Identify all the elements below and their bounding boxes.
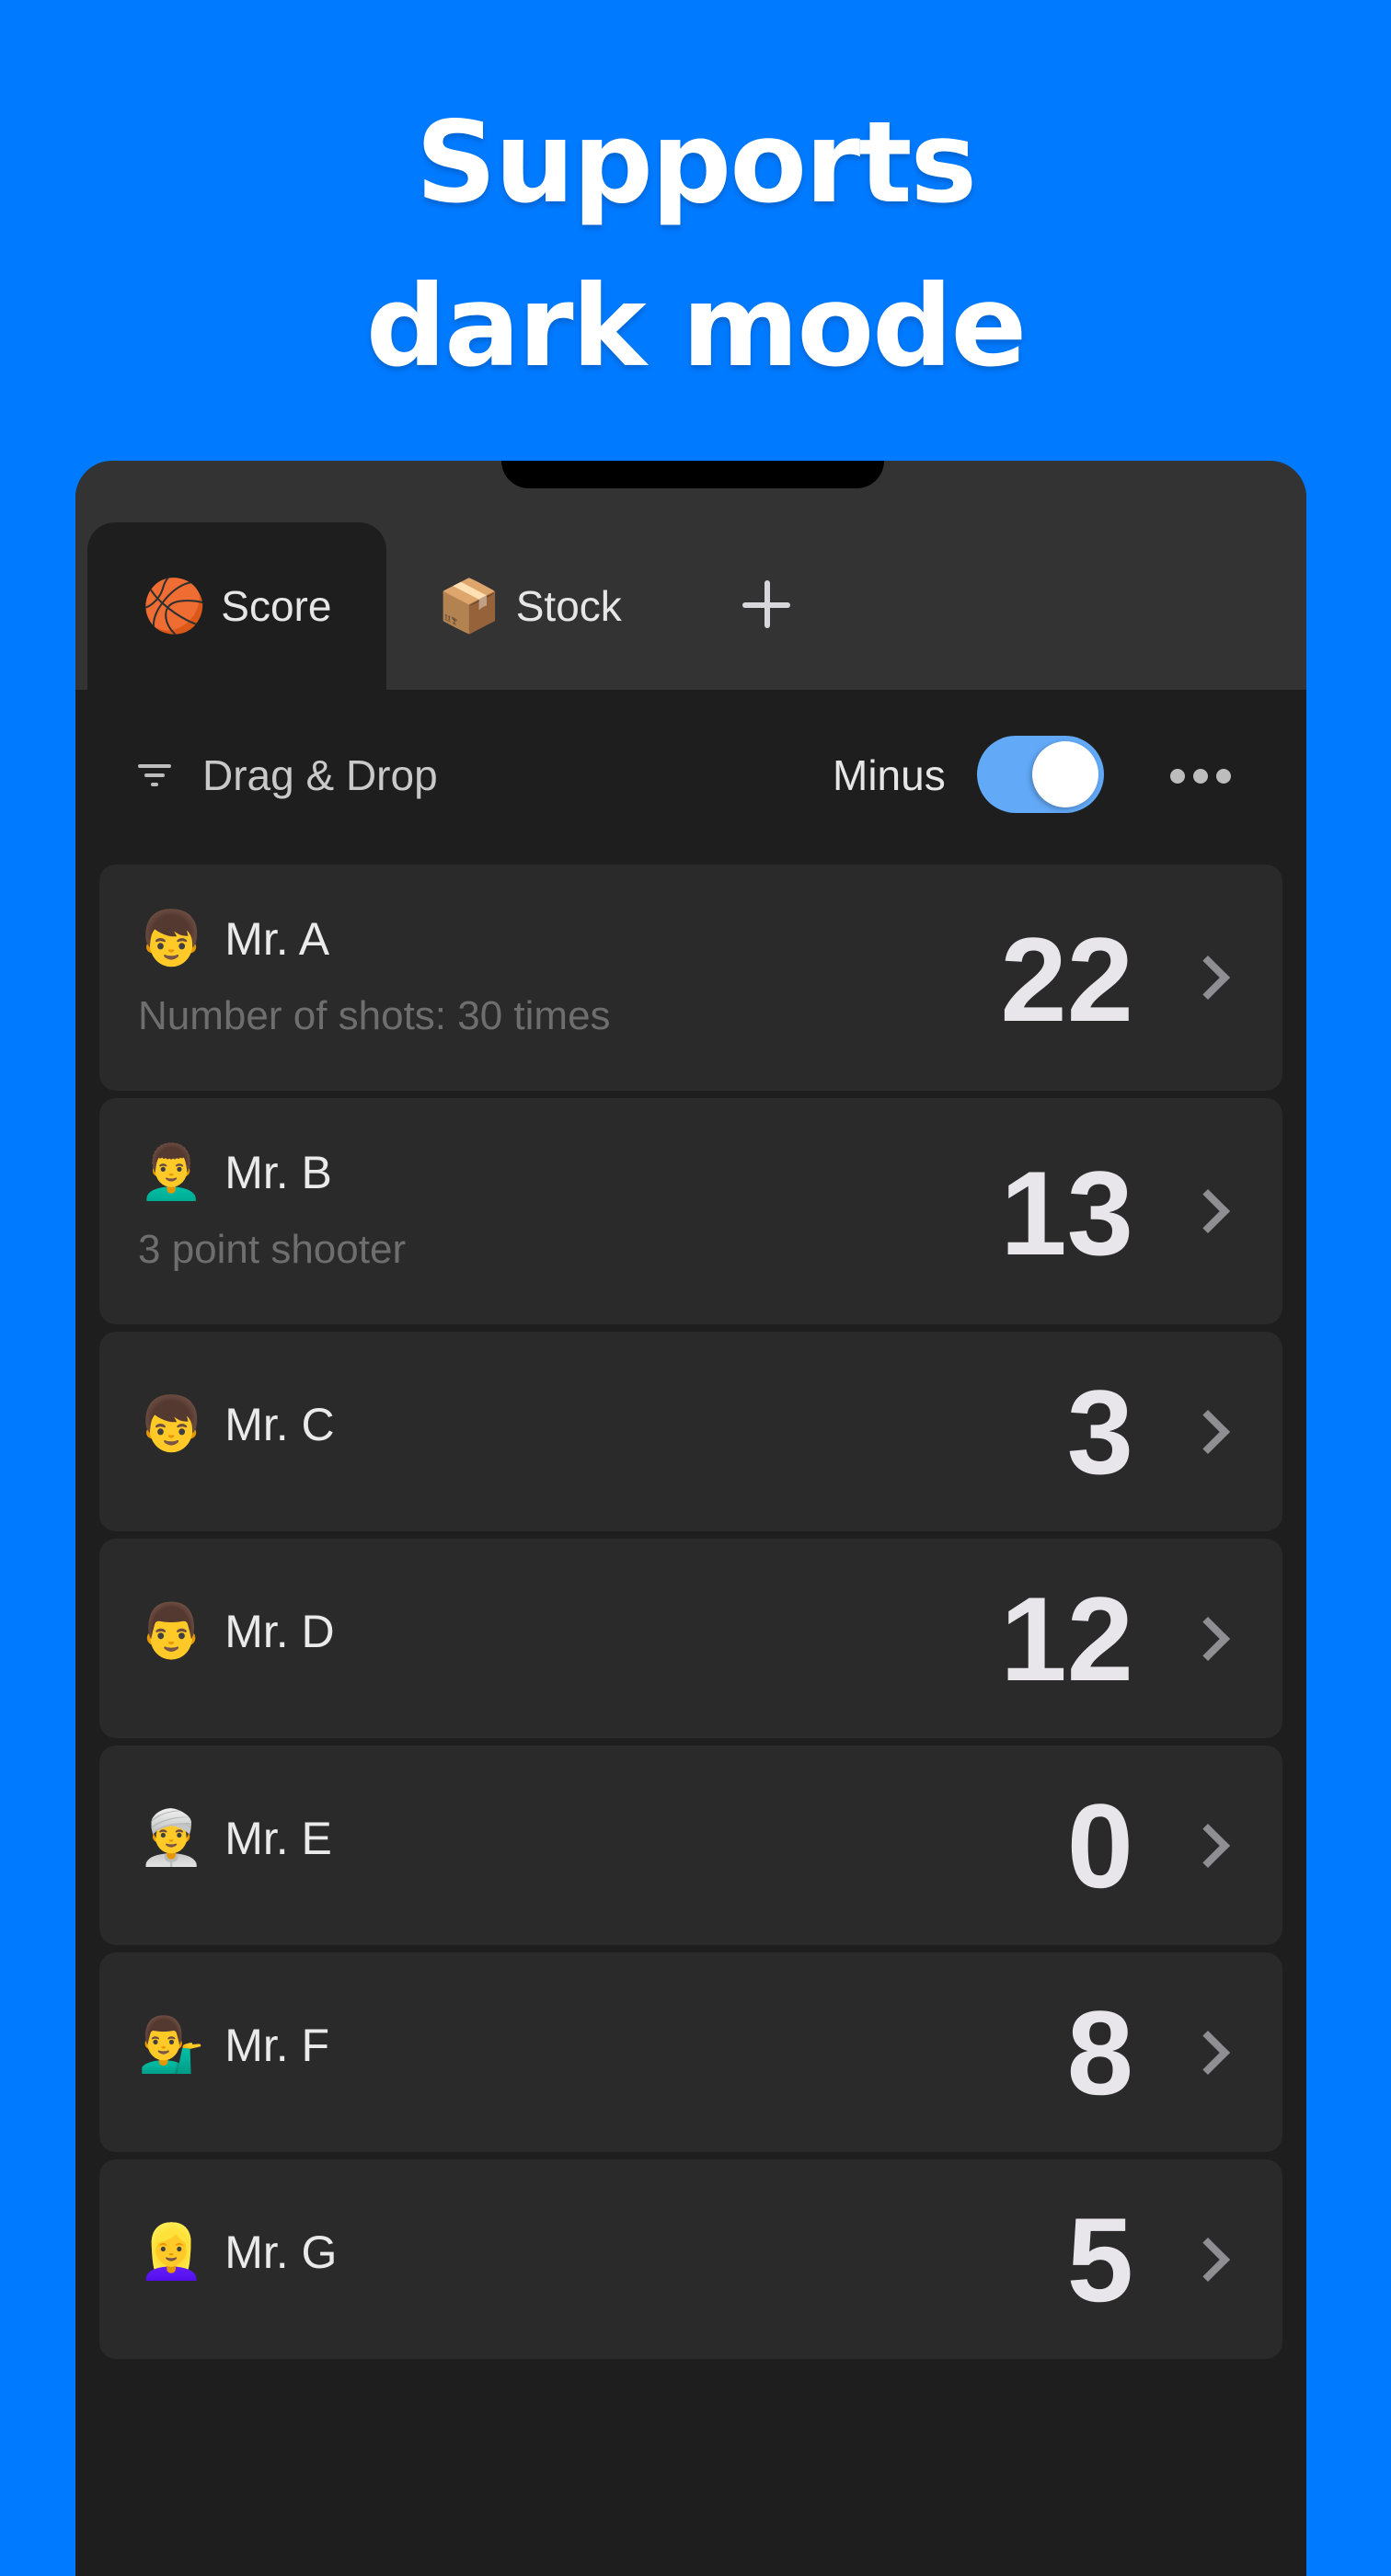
tab-label: Score <box>221 582 332 630</box>
device-notch <box>501 461 884 488</box>
minus-label: Minus <box>833 751 946 799</box>
tab-bar: 🏀 Score 📦 Stock <box>75 461 1306 690</box>
avatar: 👦 <box>138 909 205 968</box>
player-subtitle: 3 point shooter <box>138 1227 407 1272</box>
headline-line-1: Supports <box>415 97 977 228</box>
player-name: Mr. E <box>224 1813 332 1864</box>
chevron-right-icon <box>1185 955 1231 1001</box>
package-icon: 📦 <box>437 577 501 635</box>
list-item[interactable]: 👨 Mr. D 12 <box>99 1539 1282 1738</box>
avatar: 💁‍♂️ <box>138 2015 205 2075</box>
list-item[interactable]: 💁‍♂️ Mr. F 8 <box>99 1952 1282 2152</box>
phone-screen: 🏀 Score 📦 Stock Drag & Drop Minus 👦 Mr. A… <box>75 461 1306 2576</box>
chevron-right-icon <box>1185 1188 1231 1234</box>
list-item[interactable]: 👨‍🦱 Mr. B 3 point shooter 13 <box>99 1098 1282 1324</box>
add-tab-button[interactable] <box>736 576 797 636</box>
basketball-icon: 🏀 <box>142 577 207 635</box>
player-subtitle: Number of shots: 30 times <box>138 993 611 1038</box>
avatar: 👱‍♀️ <box>138 2222 205 2282</box>
list-item[interactable]: 👱‍♀️ Mr. G 5 <box>99 2159 1282 2359</box>
toggle-knob <box>1032 741 1098 807</box>
chevron-right-icon <box>1185 1823 1231 1869</box>
player-score: 22 <box>1000 912 1133 1047</box>
player-name: Mr. C <box>224 1399 335 1450</box>
player-name: Mr. B <box>224 1147 332 1198</box>
player-score: 0 <box>1066 1779 1133 1913</box>
player-score: 8 <box>1066 1986 1133 2120</box>
tab-label: Stock <box>515 582 622 630</box>
more-options-button[interactable] <box>1170 760 1231 793</box>
list-item[interactable]: 👳‍♂️ Mr. E 0 <box>99 1746 1282 1945</box>
player-list: 👦 Mr. A Number of shots: 30 times 22 👨‍🦱 M… <box>99 864 1282 2366</box>
player-score: 3 <box>1066 1365 1133 1499</box>
sort-button[interactable]: Drag & Drop <box>138 750 438 800</box>
player-name: Mr. F <box>224 2020 330 2071</box>
avatar: 👨 <box>138 1601 205 1661</box>
avatar: 👨‍🦱 <box>138 1142 205 1202</box>
player-score: 13 <box>1000 1146 1133 1280</box>
avatar: 👦 <box>138 1394 205 1454</box>
tab-stock[interactable]: 📦 Stock <box>437 522 622 690</box>
chevron-right-icon <box>1185 2030 1231 2076</box>
player-name: Mr. A <box>224 913 330 965</box>
player-name: Mr. D <box>224 1606 335 1657</box>
headline: Supports dark mode <box>0 81 1391 408</box>
sort-label: Drag & Drop <box>202 751 438 799</box>
filter-icon <box>138 762 171 788</box>
chevron-right-icon <box>1185 1409 1231 1455</box>
ellipsis-icon <box>1170 769 1185 784</box>
avatar: 👳‍♂️ <box>138 1808 205 1868</box>
chevron-right-icon <box>1185 2237 1231 2283</box>
minus-toggle[interactable] <box>977 736 1104 813</box>
toolbar: Drag & Drop Minus <box>75 690 1306 864</box>
player-score: 5 <box>1066 2192 1133 2327</box>
headline-line-2: dark mode <box>365 261 1027 392</box>
list-item[interactable]: 👦 Mr. A Number of shots: 30 times 22 <box>99 864 1282 1091</box>
player-name: Mr. G <box>224 2227 338 2278</box>
tab-score[interactable]: 🏀 Score <box>87 522 386 690</box>
chevron-right-icon <box>1185 1616 1231 1662</box>
player-score: 12 <box>1000 1572 1133 1706</box>
list-item[interactable]: 👦 Mr. C 3 <box>99 1332 1282 1531</box>
